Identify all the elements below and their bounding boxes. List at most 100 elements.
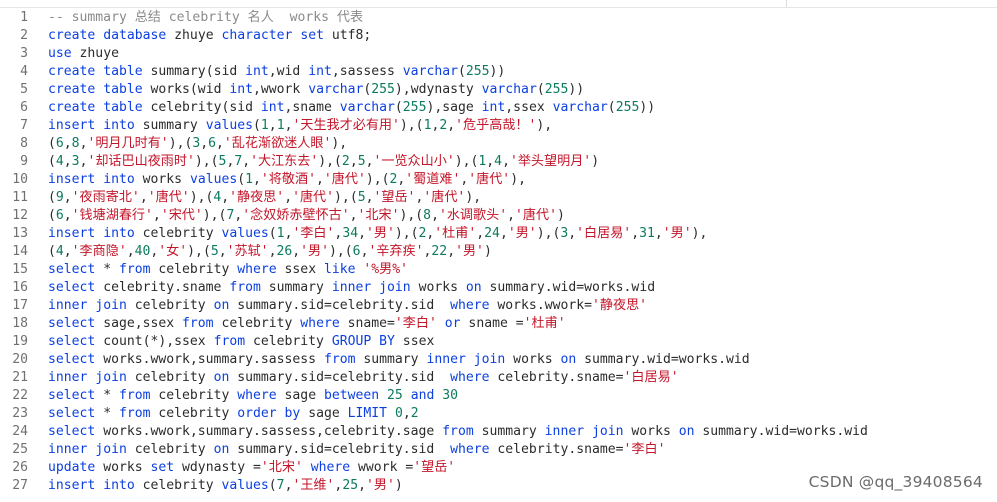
code-token: ,sassess <box>331 64 403 79</box>
code-line[interactable]: 8 (6,8,'明月几时有'),(3,6,'乱花渐欲迷人眼'), <box>0 135 997 153</box>
code-line[interactable]: 25 inner join celebrity on summary.sid=ce… <box>0 441 997 459</box>
code-line[interactable]: 16 select celebrity.sname from summary in… <box>0 279 997 297</box>
string-token: '李白' <box>623 442 666 457</box>
string-token: '白居易' <box>623 370 679 385</box>
string-token: '将敬酒' <box>260 172 316 187</box>
code-token: ),( <box>394 226 419 241</box>
code-line[interactable]: 12 (6,'钱塘湖春行','宋代'),(7,'念奴娇赤壁怀古','北宋'),(8… <box>0 207 997 225</box>
code-token: ), <box>536 118 553 133</box>
code-token: celebrity.sname <box>95 280 230 295</box>
code-token: celebrity <box>134 478 222 493</box>
keyword-token: from <box>213 334 246 349</box>
line-number: 11 <box>12 190 28 205</box>
code-line[interactable]: 2 create database zhuye character set utf… <box>0 27 997 45</box>
code-token: ),( <box>329 244 353 259</box>
code-token: , <box>63 190 72 205</box>
string-token: '望岳' <box>413 460 456 475</box>
number-token: 22 <box>431 244 448 259</box>
keyword-token: varchar <box>402 64 458 79</box>
keyword-token: insert <box>48 118 96 133</box>
line-number: 10 <box>12 172 28 187</box>
number-token: 25 <box>387 388 403 403</box>
string-token: '唐代' <box>323 172 366 187</box>
code-token: ssex <box>394 334 435 349</box>
code-line[interactable]: 19 select count(*),ssex from celebrity GR… <box>0 333 997 351</box>
keyword-token: where <box>450 370 490 385</box>
code-token: ),( <box>334 190 358 205</box>
code-token: celebrity <box>150 406 238 421</box>
code-line[interactable]: 3 use zhuye <box>0 45 997 63</box>
number-token: 24 <box>484 226 500 241</box>
line-code: inner join celebrity on summary.sid=cele… <box>48 442 666 457</box>
string-token: '男' <box>300 244 330 259</box>
code-token: celebrity <box>126 370 214 385</box>
keyword-token: use <box>48 46 72 61</box>
keyword-token: between <box>323 388 380 403</box>
code-line[interactable]: 4 create table summary(sid int,wid int,sa… <box>0 63 997 81</box>
line-number: 7 <box>20 118 28 133</box>
code-line[interactable]: 14 (4,'李商隐',40,'女'),(5,'苏轼',26,'男'),(6,'辛… <box>0 243 997 261</box>
code-line[interactable]: 15 select * from celebrity where ssex lik… <box>0 261 997 279</box>
keyword-token: into <box>103 118 135 133</box>
code-editor[interactable]: 1 -- summary 总结 celebrity 名人 works 代表 2 cre… <box>0 0 997 502</box>
code-line[interactable]: 20 select works.wwork,summary.sassess fro… <box>0 351 997 369</box>
code-token: , <box>654 226 663 241</box>
number-token: 255 <box>465 64 490 79</box>
code-line[interactable]: 5 create table works(wid int,wwork varcha… <box>0 81 997 99</box>
code-token: , <box>200 136 209 151</box>
keyword-token: int <box>229 82 253 97</box>
number-token: 26 <box>276 244 293 259</box>
keyword-token: select <box>48 388 96 403</box>
number-token: 6 <box>55 136 64 151</box>
keyword-token: inner <box>48 298 88 313</box>
keyword-token: select <box>48 262 96 277</box>
line-number: 5 <box>20 82 28 97</box>
code-line[interactable]: 23 select * from celebrity order by sage … <box>0 405 997 423</box>
code-line[interactable]: 9 (4,3,'却话巴山夜雨时'),(5,7,'大江东去'),(2,5,'一览众山… <box>0 153 997 171</box>
code-token: , <box>139 190 148 205</box>
code-line[interactable]: 21 inner join celebrity on summary.sid=ce… <box>0 369 997 387</box>
line-number: 27 <box>12 478 28 493</box>
code-line[interactable]: 1 -- summary 总结 celebrity 名人 works 代表 <box>0 9 997 27</box>
code-line[interactable]: 7 insert into summary values(1,1,'天生我才必有用… <box>0 117 997 135</box>
code-token: count(*),ssex <box>95 334 214 349</box>
number-token: 1 <box>276 226 285 241</box>
code-line[interactable]: 6 create table celebrity(sid int,sname va… <box>0 99 997 117</box>
keyword-token: inner <box>426 352 466 367</box>
code-line[interactable]: 10 insert into works values(1,'将敬酒','唐代')… <box>0 171 997 189</box>
keyword-token: on <box>213 370 230 385</box>
number-token: 5 <box>210 244 219 259</box>
number-token: 255 <box>371 82 395 97</box>
code-line[interactable]: 13 insert into celebrity values(1,'李白',34… <box>0 225 997 243</box>
number-token: 4 <box>55 154 64 169</box>
code-token: summary.sid=celebrity.sid <box>229 298 451 313</box>
code-token: celebrity.sname= <box>489 370 624 385</box>
code-line[interactable]: 18 select sage,ssex from celebrity where … <box>0 315 997 333</box>
keyword-token: and <box>410 388 435 403</box>
code-lines[interactable]: 1 -- summary 总结 celebrity 名人 works 代表 2 cre… <box>0 9 997 495</box>
code-token: summary <box>260 280 332 295</box>
string-token: '一览众山小' <box>373 154 455 169</box>
string-token: '男' <box>455 244 484 259</box>
string-token: '乱花渐欲迷人眼' <box>223 136 332 151</box>
number-token: 31 <box>639 226 655 241</box>
code-token: ,sname <box>284 100 340 115</box>
code-line[interactable]: 11 (9,'夜雨寄北','唐代'),(4,'静夜思','唐代'),(5,'望岳'… <box>0 189 997 207</box>
code-token: ),( <box>365 172 390 187</box>
code-token: ( <box>394 100 403 115</box>
line-code: select celebrity.sname from summary inne… <box>48 280 655 295</box>
line-number: 18 <box>12 316 28 331</box>
code-line[interactable]: 22 select * from celebrity where sage bet… <box>0 387 997 405</box>
string-token: '苏轼' <box>226 244 269 259</box>
code-token: summary <box>473 424 545 439</box>
line-code: select * from celebrity order by sage LI… <box>48 406 419 421</box>
tab-divider <box>786 0 787 7</box>
code-line[interactable]: 24 select works.wwork,summary.sassess,cel… <box>0 423 997 441</box>
string-token: '唐代' <box>292 190 335 205</box>
line-code: select * from celebrity where ssex like … <box>48 262 408 277</box>
code-token: summary.sid=celebrity.sid <box>229 370 451 385</box>
code-line[interactable]: 17 inner join celebrity on summary.sid=ce… <box>0 297 997 315</box>
number-token: 8 <box>423 208 432 223</box>
code-token: ), <box>331 136 348 151</box>
